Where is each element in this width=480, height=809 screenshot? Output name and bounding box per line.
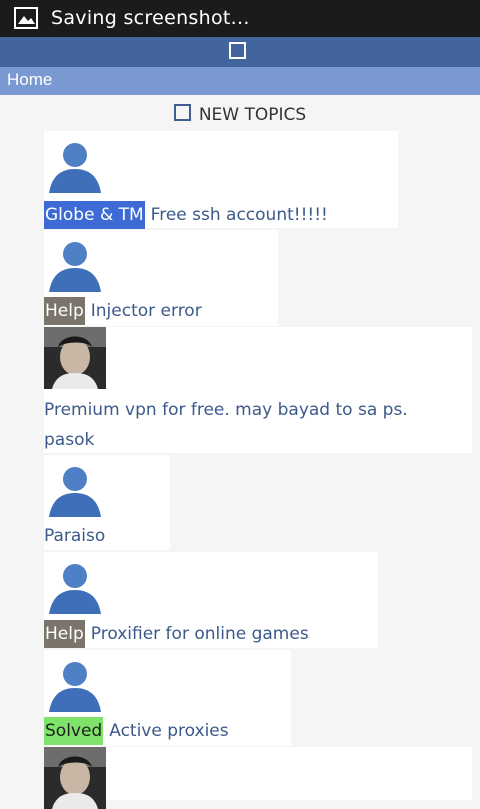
topic-title[interactable]: Free ssh account!!!!! xyxy=(151,205,328,225)
default-avatar-icon xyxy=(44,230,106,292)
section-title: NEW TOPICS xyxy=(0,104,480,130)
status-bar: Saving screenshot... xyxy=(0,0,480,37)
photo-avatar-icon xyxy=(44,327,106,389)
menu-toggle-icon[interactable] xyxy=(229,42,246,59)
topic-title[interactable]: Paraiso xyxy=(44,526,105,546)
topic-title[interactable]: Premium vpn for free. may bayad to sa ps… xyxy=(44,395,408,455)
square-icon xyxy=(173,104,191,121)
topic-item[interactable]: Solved Active proxies xyxy=(44,650,291,746)
status-text: Saving screenshot... xyxy=(51,7,250,29)
topic-tag: Globe & TM xyxy=(44,201,145,229)
topic-title[interactable]: Proxifier for online games xyxy=(91,624,309,644)
topic-item[interactable]: Help Proxifier for online games xyxy=(44,552,378,648)
topic-item[interactable]: Globe & TM Free ssh account!!!!! xyxy=(44,131,398,229)
topic-item[interactable]: Paraiso xyxy=(44,455,170,550)
default-avatar-icon xyxy=(44,131,106,193)
topic-item[interactable]: Help Injector error xyxy=(44,230,278,326)
topic-title-line: Premium vpn for free. may bayad to sa ps… xyxy=(44,400,408,420)
topic-title[interactable]: Injector error xyxy=(91,301,202,321)
default-avatar-icon xyxy=(44,650,106,712)
topic-tag: Help xyxy=(44,297,85,325)
topic-tag: Solved xyxy=(44,717,104,745)
forum-header xyxy=(0,37,480,67)
topic-title-line: pasok xyxy=(44,430,95,450)
topic-item[interactable]: Premium vpn for free. may bayad to sa ps… xyxy=(44,327,472,453)
topic-title[interactable]: Active proxies xyxy=(109,721,228,741)
breadcrumb: Home xyxy=(0,67,480,95)
topic-item[interactable] xyxy=(44,747,472,809)
section-title-label: NEW TOPICS xyxy=(198,105,307,125)
image-icon xyxy=(14,7,38,29)
topic-tag: Help xyxy=(44,620,85,648)
default-avatar-icon xyxy=(44,455,106,517)
breadcrumb-home-link[interactable]: Home xyxy=(7,70,52,90)
default-avatar-icon xyxy=(44,552,106,614)
